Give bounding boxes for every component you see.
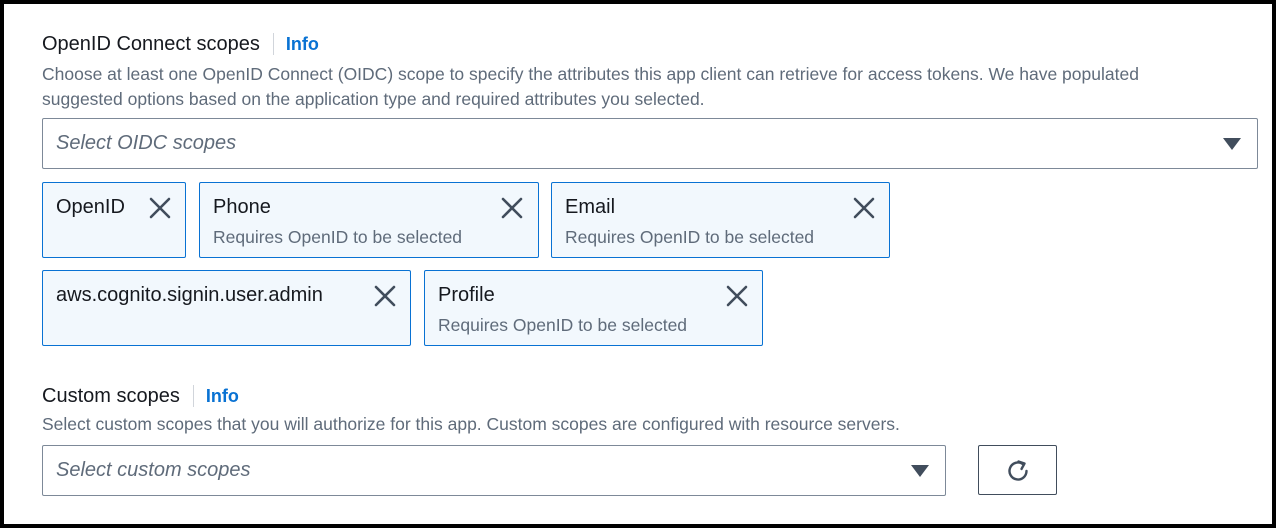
oidc-info-link[interactable]: Info bbox=[286, 34, 319, 55]
token-label: Phone bbox=[213, 196, 271, 218]
token-phone: Phone Requires OpenID to be selected bbox=[199, 182, 539, 258]
token-email: Email Requires OpenID to be selected bbox=[551, 182, 890, 258]
token-label: Profile bbox=[438, 284, 495, 306]
custom-label-row: Custom scopes Info bbox=[42, 382, 900, 410]
token-description: Requires OpenID to be selected bbox=[213, 227, 463, 247]
close-icon[interactable] bbox=[725, 284, 749, 308]
token-openid: OpenID bbox=[42, 182, 186, 258]
token-description: Requires OpenID to be selected bbox=[565, 227, 815, 247]
close-icon[interactable] bbox=[500, 196, 524, 220]
token-label: aws.cognito.signin.user.admin bbox=[56, 284, 323, 306]
token-label: OpenID bbox=[56, 196, 125, 218]
oidc-description-line-1: Choose at least one OpenID Connect (OIDC… bbox=[42, 64, 1139, 84]
refresh-icon bbox=[1008, 460, 1028, 481]
custom-description: Select custom scopes that you will autho… bbox=[42, 414, 900, 434]
scopes-panel: OpenID Connect scopes Info Choose at lea… bbox=[0, 0, 1276, 528]
oidc-scopes-label: OpenID Connect scopes bbox=[42, 32, 260, 55]
custom-scopes-field: Custom scopes Info Select custom scopes … bbox=[42, 382, 900, 437]
caret-down-icon bbox=[911, 465, 929, 477]
token-aws-cognito-admin: aws.cognito.signin.user.admin bbox=[42, 270, 411, 346]
oidc-scopes-select[interactable]: Select OIDC scopes bbox=[42, 118, 1258, 169]
label-divider bbox=[272, 33, 274, 55]
custom-scopes-label: Custom scopes bbox=[42, 384, 180, 407]
oidc-description-line-2: suggested options based on the applicati… bbox=[42, 89, 705, 109]
oidc-scopes-field: OpenID Connect scopes Info Choose at lea… bbox=[42, 30, 1139, 112]
custom-scopes-select[interactable]: Select custom scopes bbox=[42, 445, 946, 496]
oidc-description: Choose at least one OpenID Connect (OIDC… bbox=[42, 62, 1139, 112]
close-icon[interactable] bbox=[148, 196, 172, 220]
custom-info-link[interactable]: Info bbox=[206, 386, 239, 407]
token-label: Email bbox=[565, 196, 616, 218]
refresh-button[interactable] bbox=[978, 445, 1057, 495]
token-description: Requires OpenID to be selected bbox=[438, 315, 688, 335]
oidc-label-row: OpenID Connect scopes Info bbox=[42, 30, 1139, 58]
label-divider bbox=[192, 385, 194, 407]
close-icon[interactable] bbox=[852, 196, 876, 220]
token-profile: Profile Requires OpenID to be selected bbox=[424, 270, 763, 346]
oidc-select-placeholder: Select OIDC scopes bbox=[56, 132, 237, 154]
custom-select-placeholder: Select custom scopes bbox=[56, 459, 251, 481]
close-icon[interactable] bbox=[373, 284, 397, 308]
caret-down-icon bbox=[1223, 138, 1241, 150]
